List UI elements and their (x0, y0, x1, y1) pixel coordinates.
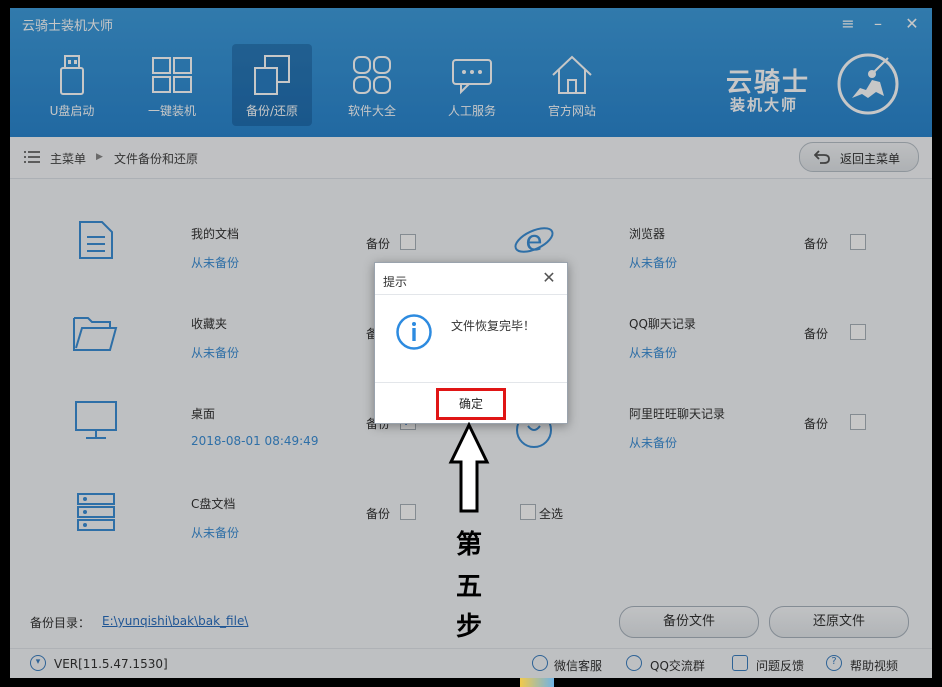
step-text: 五 (456, 572, 483, 602)
dialog-divider (375, 294, 567, 295)
dialog-divider (375, 382, 567, 383)
ok-button[interactable]: 确定 (436, 388, 506, 420)
info-icon (396, 314, 432, 350)
notice-dialog: 提示 ✕ 文件恢复完毕！ 确定 (374, 262, 568, 424)
dialog-message: 文件恢复完毕！ (451, 319, 536, 333)
step-text: 步 (456, 612, 483, 642)
step-text: 第 (456, 530, 483, 560)
arrow-up-icon (448, 422, 490, 513)
taskbar-icon (520, 678, 554, 687)
dialog-title: 提示 (383, 275, 408, 289)
dialog-close-icon[interactable]: ✕ (541, 268, 557, 287)
